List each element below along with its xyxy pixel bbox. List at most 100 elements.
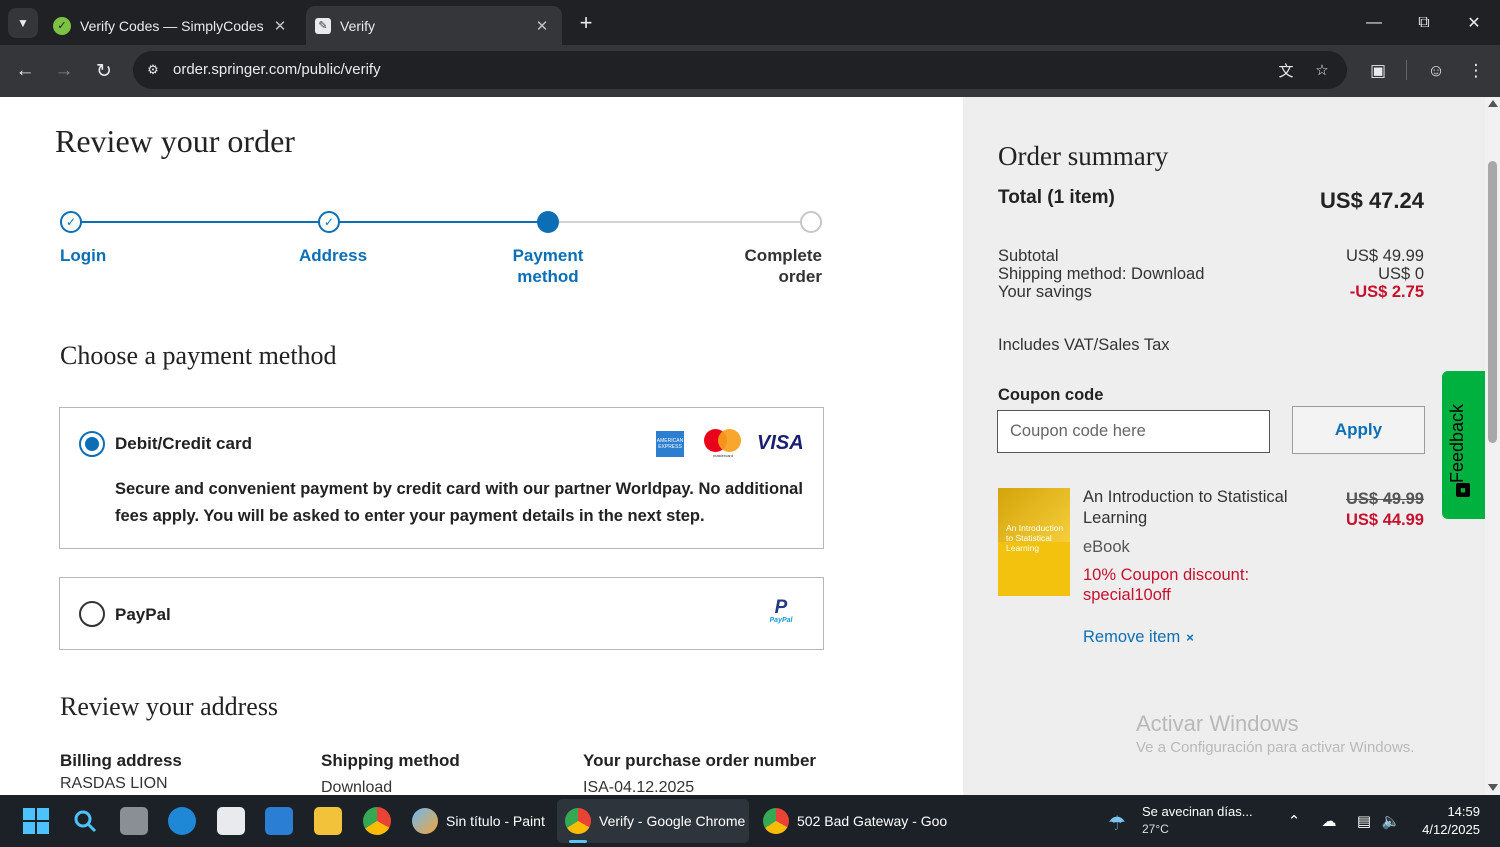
reload-icon[interactable]: ↻ — [89, 56, 119, 86]
taskbar-app-chrome-502[interactable]: 502 Bad Gateway - Goo — [755, 799, 950, 843]
feedback-tab[interactable]: Feedback ■ — [1442, 371, 1485, 519]
taskbar-app-label: Verify - Google Chrome — [599, 813, 746, 829]
payment-heading: Choose a payment method — [60, 341, 337, 370]
tab-verify[interactable]: ✎ Verify ✕ — [306, 6, 562, 45]
taskbar-app-label: 502 Bad Gateway - Goo — [797, 813, 948, 829]
translate-icon[interactable]: 文 — [1274, 58, 1298, 82]
total-value: US$ 47.24 — [1320, 188, 1424, 213]
window-close-icon[interactable]: ✕ — [1449, 0, 1499, 45]
windows-activation-title: Activar Windows — [1136, 711, 1299, 736]
weather-widget[interactable]: ☂ Se avecinan días... 27°C — [1106, 801, 1266, 841]
edge-icon[interactable] — [168, 807, 196, 835]
close-tab-icon[interactable]: ✕ — [532, 17, 552, 35]
taskbar-app-label: Sin título - Paint — [446, 813, 545, 829]
chevron-up-icon[interactable]: ⌃ — [1282, 809, 1306, 833]
taskbar-app-chrome-verify[interactable]: Verify - Google Chrome — [557, 799, 749, 843]
tab-title: Verify — [340, 17, 376, 34]
search-icon[interactable] — [71, 807, 99, 835]
volume-icon[interactable]: 🔈 — [1379, 809, 1403, 833]
payment-option-card[interactable]: Debit/Credit card AMERICAN EXPRESS master… — [59, 407, 824, 549]
step-payment-dot — [537, 211, 559, 233]
vat-note: Includes VAT/Sales Tax — [998, 336, 1170, 354]
step-complete-dot — [800, 211, 822, 233]
book-cover-title: An Introduction to Statistical Learning — [1006, 523, 1064, 553]
remove-item-link[interactable]: Remove item × — [1083, 628, 1194, 647]
paypal-logo-text: PayPal — [769, 617, 793, 624]
tab-search-button[interactable]: ▼ — [8, 8, 38, 38]
order-summary-panel: Order summary Total (1 item) US$ 47.24 S… — [963, 97, 1485, 795]
item-type: eBook — [1083, 538, 1130, 556]
chevron-down-icon: ▼ — [17, 16, 29, 30]
profile-icon[interactable]: ☺ — [1421, 56, 1451, 86]
visa-logo: VISA — [757, 432, 804, 454]
step-label-login[interactable]: Login — [60, 245, 106, 266]
new-tab-icon[interactable]: + — [572, 10, 600, 38]
weather-temp: 27°C — [1142, 822, 1169, 836]
tab-simplycodes[interactable]: ✓ Verify Codes — SimplyCodes ✕ — [44, 6, 300, 45]
paypal-radio[interactable] — [79, 601, 105, 627]
step-label-payment: Payment method — [512, 246, 584, 286]
extensions-icon[interactable]: ▣ — [1363, 56, 1393, 86]
item-old-price: US$ 49.99 — [1346, 490, 1424, 508]
step-label-complete: Complete order — [744, 246, 822, 286]
shipping-row: Shipping method: Download US$ 0 — [998, 265, 1424, 283]
card-option-label[interactable]: Debit/Credit card — [115, 434, 252, 454]
restore-icon[interactable]: ⧉ — [1399, 0, 1449, 45]
po-number-value: ISA-04.12.2025 — [583, 779, 695, 795]
bookmark-star-icon[interactable]: ☆ — [1310, 58, 1334, 82]
outlook-icon[interactable] — [265, 807, 293, 835]
scrollbar-thumb[interactable] — [1488, 161, 1497, 443]
scroll-up-arrow-icon[interactable] — [1488, 100, 1498, 107]
page-title: Review your order — [55, 123, 295, 159]
chrome-icon[interactable] — [363, 807, 391, 835]
shipping-method-label: Shipping method — [321, 751, 460, 770]
back-arrow-icon[interactable]: ← — [10, 56, 40, 86]
forward-arrow-icon[interactable]: → — [49, 56, 79, 86]
url-text[interactable]: order.springer.com/public/verify — [173, 61, 381, 78]
savings-label: Your savings — [998, 283, 1092, 301]
subtotal-label: Subtotal — [998, 247, 1059, 265]
browser-tab-strip: ▼ ✓ Verify Codes — SimplyCodes ✕ ✎ Verif… — [0, 0, 1500, 45]
file-explorer-icon[interactable] — [314, 807, 342, 835]
system-clock[interactable]: 14:59 4/12/2025 — [1422, 803, 1480, 839]
close-tab-icon[interactable]: ✕ — [270, 17, 290, 35]
po-number-label: Your purchase order number — [583, 751, 817, 770]
address-bar[interactable]: ⚙ order.springer.com/public/verify 文 ☆ — [133, 51, 1347, 89]
payment-option-paypal[interactable]: PayPal P PayPal — [59, 577, 824, 650]
chrome-icon — [565, 808, 591, 834]
site-info-icon[interactable]: ⚙ — [141, 58, 165, 82]
coupon-code-input[interactable] — [997, 410, 1270, 453]
windows-start-icon[interactable] — [22, 807, 50, 835]
savings-row: Your savings -US$ 2.75 — [998, 283, 1424, 301]
paypal-option-label[interactable]: PayPal — [115, 605, 171, 625]
stepper-remaining-line — [548, 221, 810, 223]
more-menu-icon[interactable]: ⋮ — [1461, 56, 1491, 86]
paypal-mark: P — [774, 597, 788, 618]
chrome-icon — [763, 808, 789, 834]
weather-text: Se avecinan días... — [1142, 804, 1253, 819]
step-label-address[interactable]: Address — [299, 245, 367, 266]
taskbar-app-paint[interactable]: Sin título - Paint — [404, 799, 552, 843]
scroll-down-arrow-icon[interactable] — [1488, 784, 1498, 791]
store-icon[interactable] — [217, 807, 245, 835]
minimize-icon[interactable]: — — [1349, 0, 1399, 45]
feedback-label[interactable]: Feedback — [1447, 383, 1468, 483]
remove-x-icon[interactable]: × — [1186, 630, 1194, 645]
clock-time: 14:59 — [1447, 804, 1480, 819]
order-summary-title: Order summary — [998, 141, 1169, 171]
address-heading: Review your address — [60, 692, 279, 721]
paint-icon — [412, 808, 438, 834]
tab-title: Verify Codes — SimplyCodes — [80, 17, 264, 34]
apply-coupon-button[interactable]: Apply — [1292, 406, 1425, 454]
task-view-icon[interactable] — [120, 807, 148, 835]
network-icon[interactable]: ▤ — [1352, 809, 1376, 833]
billing-address-label: Billing address — [60, 751, 182, 770]
page-scrollbar[interactable] — [1485, 97, 1500, 795]
item-title[interactable]: An Introduction to Statistical Learning — [1083, 487, 1313, 529]
cloud-off-icon[interactable]: ☁ — [1317, 809, 1341, 833]
clock-date: 4/12/2025 — [1422, 822, 1480, 837]
remove-item-label[interactable]: Remove item — [1083, 628, 1180, 646]
step-address-check-icon: ✓ — [318, 211, 340, 233]
book-cover-image[interactable]: An Introduction to Statistical Learning — [998, 488, 1070, 596]
card-radio[interactable] — [79, 431, 105, 457]
